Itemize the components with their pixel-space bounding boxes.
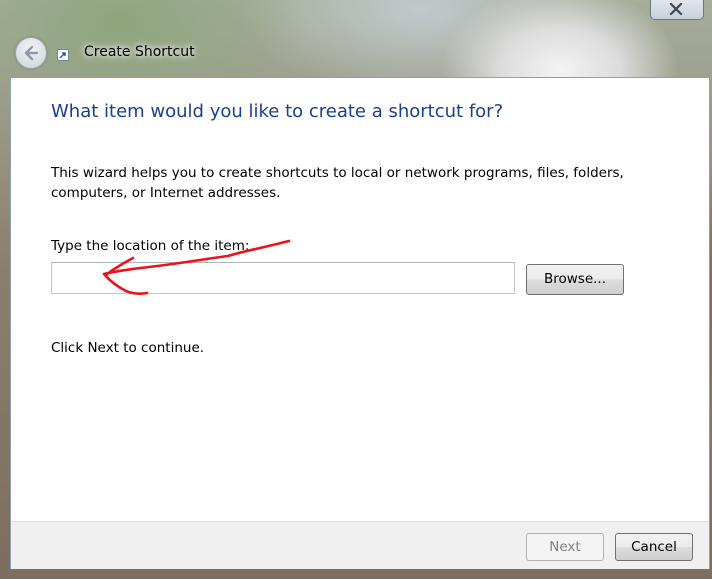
next-button[interactable]: Next bbox=[526, 533, 604, 561]
cancel-button[interactable]: Cancel bbox=[615, 533, 693, 561]
window-title: Create Shortcut bbox=[84, 44, 195, 60]
wizard-footer: Next Cancel bbox=[11, 521, 709, 569]
browse-button[interactable]: Browse... bbox=[526, 264, 624, 295]
page-heading: What item would you like to create a sho… bbox=[51, 101, 504, 122]
close-button[interactable] bbox=[650, 0, 704, 20]
intro-text: This wizard helps you to create shortcut… bbox=[51, 165, 624, 201]
location-input[interactable] bbox=[51, 262, 515, 294]
back-button[interactable] bbox=[15, 37, 47, 69]
shortcut-icon bbox=[57, 49, 69, 61]
wizard-page: What item would you like to create a sho… bbox=[10, 77, 710, 569]
location-label: Type the location of the item: bbox=[51, 238, 250, 254]
back-arrow-icon bbox=[24, 45, 39, 61]
continue-hint: Click Next to continue. bbox=[51, 340, 205, 356]
close-icon bbox=[669, 3, 683, 15]
